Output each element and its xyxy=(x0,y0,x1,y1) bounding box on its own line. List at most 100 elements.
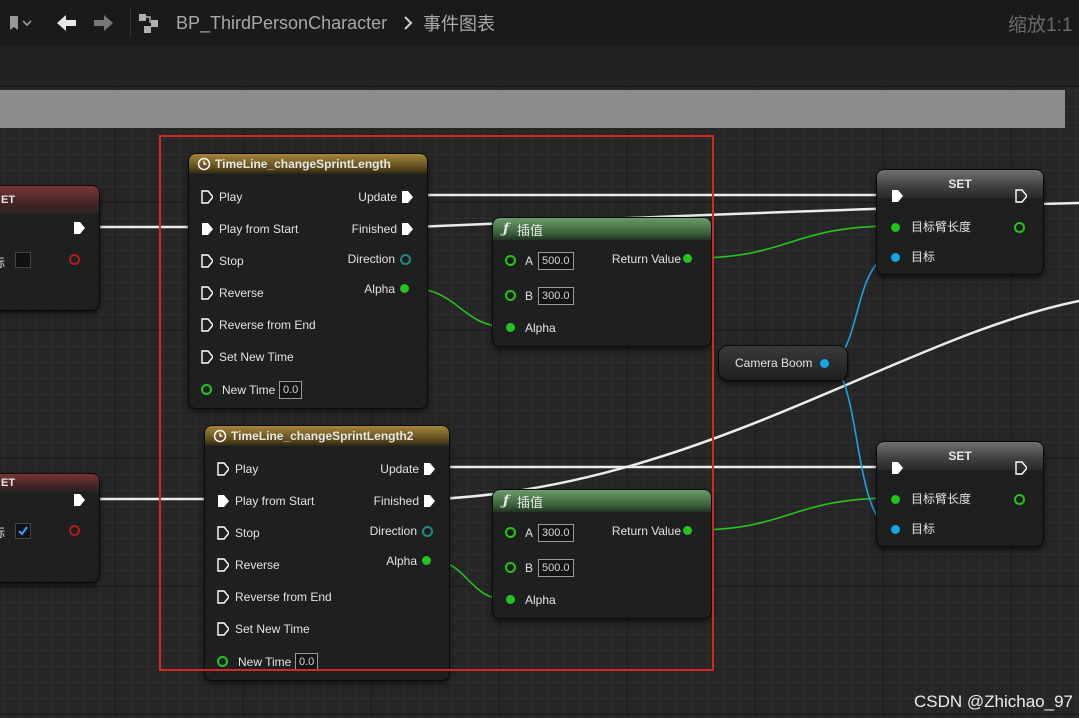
bool-out-pin[interactable] xyxy=(69,525,80,536)
update-exec-pin[interactable] xyxy=(423,462,435,476)
input-label: Play xyxy=(235,462,259,476)
alpha-in-pin[interactable] xyxy=(506,323,515,332)
bool-out-pin[interactable] xyxy=(69,254,80,265)
lerp-node-1[interactable]: ƒ 插值 A 500.0 B 300.0 Alpha Return Value xyxy=(492,217,712,347)
timeline-node-1[interactable]: TimeLine_changeSprintLength Play Play fr… xyxy=(188,153,428,409)
input-label: Play from Start xyxy=(219,222,299,236)
alpha-label: Alpha xyxy=(525,593,556,607)
bool-checkbox-checked[interactable] xyxy=(15,523,31,539)
arm-length-in-pin[interactable] xyxy=(891,495,900,504)
b-label: B xyxy=(525,289,534,303)
stop-exec-pin[interactable] xyxy=(201,254,213,268)
exec-out-pin[interactable] xyxy=(73,493,85,507)
new-time-pin[interactable] xyxy=(217,656,228,667)
direction-label: Direction xyxy=(369,524,417,538)
target-label: 目标 xyxy=(911,522,936,536)
input-label: Stop xyxy=(235,526,260,540)
play-exec-pin[interactable] xyxy=(201,190,213,204)
forward-button[interactable] xyxy=(93,0,115,46)
timeline-node-2[interactable]: TimeLine_changeSprintLength2 Play Play f… xyxy=(204,425,450,681)
camera-boom-getter[interactable]: Camera Boom xyxy=(718,345,848,381)
input-label: Set New Time xyxy=(219,350,294,364)
target-label: 目标 xyxy=(911,250,936,264)
exec-out-pin[interactable] xyxy=(1015,461,1027,475)
target-pin[interactable] xyxy=(891,525,900,534)
input-label: Reverse xyxy=(235,558,280,572)
function-icon: ƒ xyxy=(503,493,510,509)
breadcrumb-graph[interactable]: 事件图表 xyxy=(423,0,495,46)
left-set-node-2[interactable]: ET 标 xyxy=(0,473,100,583)
stop-exec-pin[interactable] xyxy=(217,526,229,540)
set-new-time-exec-pin[interactable] xyxy=(217,622,229,636)
update-exec-pin[interactable] xyxy=(401,190,413,204)
reverse-exec-pin[interactable] xyxy=(201,286,213,300)
arm-length-out-pin[interactable] xyxy=(1014,494,1025,505)
input-label: Set New Time xyxy=(235,622,310,636)
direction-pin[interactable] xyxy=(422,526,433,537)
finished-label: Finished xyxy=(351,222,397,236)
b-pin[interactable] xyxy=(505,290,516,301)
a-pin[interactable] xyxy=(505,527,516,538)
lerp-node-2[interactable]: ƒ 插值 A 300.0 B 500.0 Alpha Return Value xyxy=(492,489,712,619)
arm-length-in-pin[interactable] xyxy=(891,223,900,232)
a-value-input[interactable]: 500.0 xyxy=(538,252,574,270)
return-value-pin[interactable] xyxy=(683,526,692,535)
b-value-input[interactable]: 500.0 xyxy=(538,559,574,577)
a-value-input[interactable]: 300.0 xyxy=(538,524,574,542)
play-from-start-exec-pin[interactable] xyxy=(217,494,229,508)
node-title: 插值 xyxy=(517,222,544,238)
exec-out-pin[interactable] xyxy=(73,221,85,235)
node-title: ET xyxy=(1,477,16,489)
float-wire xyxy=(693,225,895,259)
watermark: CSDN @Zhichao_97 xyxy=(914,692,1073,711)
set-node-2[interactable]: SET 目标臂长度 目标 xyxy=(876,441,1044,547)
left-set-node-1[interactable]: ET 标 xyxy=(0,185,100,311)
alpha-out-pin[interactable] xyxy=(400,284,409,293)
set-new-time-exec-pin[interactable] xyxy=(201,350,213,364)
play-from-start-exec-pin[interactable] xyxy=(201,222,213,236)
reverse-exec-pin[interactable] xyxy=(217,558,229,572)
input-label: Reverse from End xyxy=(235,590,332,604)
pin-label: 标 xyxy=(0,526,5,540)
exec-out-pin[interactable] xyxy=(1015,189,1027,203)
exec-in-pin[interactable] xyxy=(891,189,903,203)
a-label: A xyxy=(525,254,534,268)
direction-pin[interactable] xyxy=(400,254,411,265)
reverse-from-end-exec-pin[interactable] xyxy=(217,590,229,604)
bool-checkbox[interactable] xyxy=(15,252,31,268)
exec-in-pin[interactable] xyxy=(891,461,903,475)
arm-length-out-pin[interactable] xyxy=(1014,222,1025,233)
camera-boom-out-pin[interactable] xyxy=(820,359,829,368)
input-label: Play xyxy=(219,190,243,204)
toolbar-divider xyxy=(130,8,131,38)
node-title: TimeLine_changeSprintLength2 xyxy=(231,429,414,443)
graph-canvas[interactable]: ET 标 ET 标 TimeLine_changeSprintLength Pl… xyxy=(0,87,1079,718)
alpha-out-pin[interactable] xyxy=(422,556,431,565)
return-value-pin[interactable] xyxy=(683,254,692,263)
input-label: Reverse from End xyxy=(219,318,316,332)
reverse-from-end-exec-pin[interactable] xyxy=(201,318,213,332)
set-node-1[interactable]: SET 目标臂长度 目标 xyxy=(876,169,1044,275)
new-time-input[interactable]: 0.0 xyxy=(295,653,319,671)
b-pin[interactable] xyxy=(505,562,516,573)
a-pin[interactable] xyxy=(505,255,516,266)
play-exec-pin[interactable] xyxy=(217,462,229,476)
bookmark-dropdown[interactable] xyxy=(6,0,32,46)
direction-label: Direction xyxy=(347,252,395,266)
clock-icon xyxy=(213,429,227,443)
alpha-label: Alpha xyxy=(364,282,395,296)
a-label: A xyxy=(525,526,534,540)
target-pin[interactable] xyxy=(891,253,900,262)
finished-exec-pin[interactable] xyxy=(423,494,435,508)
breadcrumb-chevron-icon xyxy=(402,0,414,46)
new-time-pin[interactable] xyxy=(201,384,212,395)
finished-label: Finished xyxy=(373,494,419,508)
forward-arrow-icon xyxy=(94,15,113,31)
back-button[interactable] xyxy=(55,0,77,46)
b-value-input[interactable]: 300.0 xyxy=(538,287,574,305)
new-time-input[interactable]: 0.0 xyxy=(279,381,303,399)
breadcrumb-blueprint[interactable]: BP_ThirdPersonCharacter xyxy=(176,0,387,46)
alpha-in-pin[interactable] xyxy=(506,595,515,604)
float-wire xyxy=(693,497,895,531)
finished-exec-pin[interactable] xyxy=(401,222,413,236)
